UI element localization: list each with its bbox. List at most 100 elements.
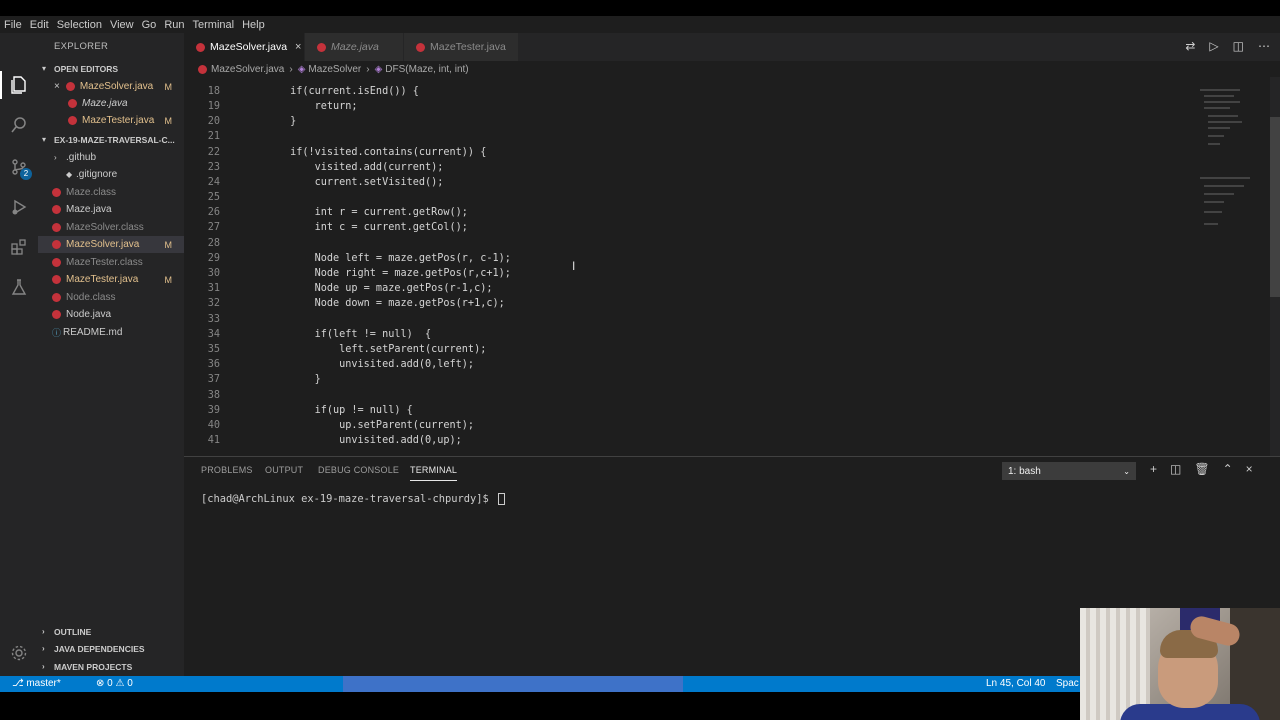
tab-terminal[interactable]: TERMINAL — [410, 465, 458, 481]
line-number: 19 — [207, 101, 220, 112]
menu-edit[interactable]: Edit — [30, 19, 49, 31]
open-editors-header[interactable]: ▾ OPEN EDITORS — [38, 60, 184, 77]
warning-icon: ⚠ — [115, 678, 128, 689]
file-tree-label: MazeTester.java — [66, 274, 139, 285]
java-dependencies-header[interactable]: › JAVA DEPENDENCIES — [38, 640, 184, 657]
menu-terminal[interactable]: Terminal — [193, 19, 235, 31]
file-tree-item[interactable]: ◆ .gitignore — [38, 166, 184, 183]
file-tree-item[interactable]: Maze.java — [38, 201, 184, 218]
activity-active-indicator — [0, 71, 2, 99]
problems-status[interactable]: ⊗ 0 ⚠ 0 — [96, 678, 133, 689]
code-text: if(up != null) { — [241, 405, 413, 416]
run-icon[interactable]: ▷ — [1209, 39, 1218, 53]
java-file-icon — [52, 275, 61, 284]
compare-changes-icon[interactable]: ⇄ — [1185, 39, 1195, 53]
line-number: 22 — [207, 147, 220, 158]
project-folder-header[interactable]: ▾ EX-19-MAZE-TRAVERSAL-C... — [38, 131, 184, 148]
file-tree-item[interactable]: › .github — [38, 149, 184, 166]
split-editor-icon[interactable]: ◫ — [1233, 39, 1244, 53]
java-file-icon — [317, 42, 326, 52]
open-editor-item[interactable]: MazeTester.java M — [38, 112, 184, 129]
run-debug-icon[interactable] — [7, 195, 31, 219]
line-number: 30 — [207, 268, 220, 279]
terminal-select[interactable]: 1: bash ⌄ — [1002, 462, 1136, 480]
tab-mazetester[interactable]: MazeTester.java — [404, 33, 518, 61]
gear-icon[interactable] — [7, 641, 31, 665]
tab-mazesolver[interactable]: MazeSolver.java × — [184, 33, 304, 61]
tab-debug-console[interactable]: DEBUG CONSOLE — [318, 465, 399, 475]
files-icon[interactable] — [7, 73, 31, 97]
file-tree-item[interactable]: Node.class — [38, 289, 184, 306]
branch-status[interactable]: ⎇ master* — [12, 678, 61, 689]
terminal-output[interactable]: [chad@ArchLinux ex-19-maze-traversal-chp… — [201, 493, 506, 505]
code-text: } — [241, 374, 321, 385]
outline-header[interactable]: › OUTLINE — [38, 623, 184, 640]
info-icon: ⓘ — [52, 328, 62, 338]
code-line: 30 Node right = maze.getPos(r,c+1); — [184, 266, 1184, 281]
code-text: int c = current.getCol(); — [241, 222, 468, 233]
java-file-icon — [52, 310, 61, 319]
code-editor[interactable]: 18 if(current.isEnd()) { 19 return; 20 }… — [184, 77, 1280, 456]
tab-problems[interactable]: PROBLEMS — [201, 465, 253, 475]
code-line: 20 } — [184, 114, 1184, 129]
close-panel-icon[interactable]: × — [1246, 462, 1253, 476]
menu-help[interactable]: Help — [242, 19, 265, 31]
terminal-cursor — [498, 493, 506, 505]
maximize-panel-icon[interactable]: ⌃ — [1223, 462, 1233, 476]
open-editor-item[interactable]: Maze.java — [38, 95, 184, 112]
error-icon: ⊗ — [96, 678, 108, 689]
file-tree-item[interactable]: ⓘ README.md — [38, 324, 184, 341]
indentation-status[interactable]: Spac — [1056, 678, 1079, 689]
file-tree-item[interactable]: Node.java — [38, 306, 184, 323]
tab-output[interactable]: OUTPUT — [265, 465, 303, 475]
minimap[interactable] — [1190, 77, 1270, 456]
file-tree-item[interactable]: Maze.class — [38, 184, 184, 201]
line-number: 40 — [207, 420, 220, 431]
extensions-icon[interactable] — [7, 235, 31, 259]
file-tree-item[interactable]: MazeTester.class — [38, 254, 184, 271]
open-editor-item[interactable]: × MazeSolver.java M — [38, 78, 184, 95]
java-file-icon — [68, 99, 77, 108]
code-text: current.setVisited(); — [241, 177, 444, 188]
breadcrumb-method[interactable]: DFS(Maze, int, int) — [385, 64, 468, 75]
menu-selection[interactable]: Selection — [57, 19, 102, 31]
modified-badge: M — [164, 239, 173, 250]
file-tree-item[interactable]: MazeSolver.java M — [38, 236, 184, 253]
trash-icon[interactable]: 🗑 — [1194, 462, 1209, 476]
search-icon[interactable] — [7, 113, 31, 137]
line-number: 28 — [207, 238, 220, 249]
split-terminal-icon[interactable]: ◫ — [1170, 462, 1181, 476]
file-tree-label: Maze.class — [66, 187, 117, 198]
menu-run[interactable]: Run — [164, 19, 184, 31]
file-tree-label: Maze.java — [66, 204, 112, 215]
code-line: 39 if(up != null) { — [184, 403, 1184, 418]
line-number: 26 — [207, 207, 220, 218]
file-tree-label: .github — [66, 152, 97, 163]
maven-projects-label: MAVEN PROJECTS — [54, 661, 133, 672]
file-tree-item[interactable]: MazeSolver.class — [38, 219, 184, 236]
code-line: 40 up.setParent(current); — [184, 418, 1184, 433]
close-icon[interactable]: × — [54, 81, 60, 92]
code-line: 23 visited.add(current); — [184, 160, 1184, 175]
line-number: 25 — [207, 192, 220, 203]
menu-file[interactable]: File — [4, 19, 22, 31]
cursor-position[interactable]: Ln 45, Col 40 — [986, 678, 1046, 689]
more-actions-icon[interactable]: ⋯ — [1258, 39, 1270, 53]
java-file-icon — [65, 82, 75, 91]
tab-label: Maze.java — [331, 41, 379, 53]
new-terminal-icon[interactable]: + — [1150, 462, 1157, 476]
close-icon[interactable]: × — [295, 41, 301, 53]
menu-view[interactable]: View — [110, 19, 134, 31]
menu-go[interactable]: Go — [142, 19, 157, 31]
java-file-icon — [416, 42, 425, 52]
breadcrumb-file[interactable]: MazeSolver.java — [211, 64, 284, 75]
vertical-scrollbar[interactable] — [1270, 77, 1280, 456]
maven-projects-header[interactable]: › MAVEN PROJECTS — [38, 658, 184, 675]
tab-maze[interactable]: Maze.java — [305, 33, 403, 61]
chevron-right-icon: › — [289, 63, 293, 75]
line-number: 20 — [207, 116, 220, 127]
file-tree-item[interactable]: MazeTester.java M — [38, 271, 184, 288]
test-icon[interactable] — [7, 275, 31, 299]
scrollbar-thumb[interactable] — [1270, 117, 1280, 297]
breadcrumb-class[interactable]: MazeSolver — [308, 64, 361, 75]
